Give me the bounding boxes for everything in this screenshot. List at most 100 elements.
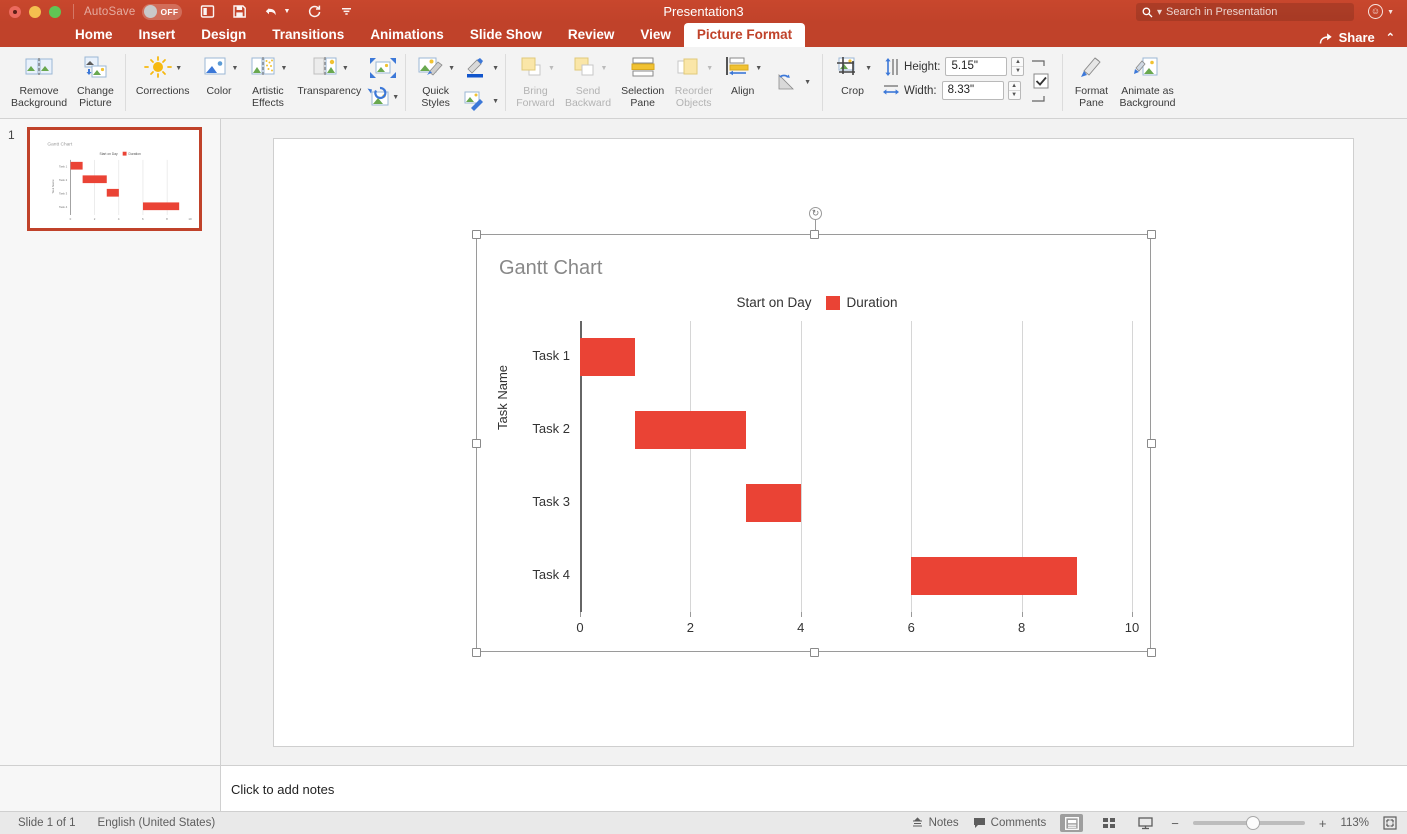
quick-styles-button[interactable]: ▼ Quick Styles [411,51,460,111]
search-input[interactable]: ▾ Search in Presentation [1136,3,1354,21]
format-pane-button[interactable]: Format Pane [1068,51,1114,111]
tab-view[interactable]: View [627,23,684,47]
close-window-button[interactable] [9,5,21,18]
picture-effects-caret-icon[interactable]: ▼ [492,98,499,105]
window-controls[interactable] [9,5,61,18]
align-caret-icon[interactable]: ▼ [755,65,762,72]
lock-aspect-ratio-checkbox[interactable] [1030,57,1052,105]
svg-text:2: 2 [94,217,96,221]
bring-forward-button[interactable]: ▼ Bring Forward [511,51,560,111]
zoom-slider-knob[interactable] [1245,816,1260,830]
autosave-toggle[interactable]: OFF [142,3,183,20]
tab-transitions[interactable]: Transitions [259,23,357,47]
slide-sorter-icon[interactable] [1097,814,1120,832]
autosave-state: OFF [160,6,179,17]
svg-text:10: 10 [188,217,192,221]
width-stepper[interactable]: ▲ ▼ [1007,81,1021,100]
customize-toolbar-icon[interactable] [339,4,354,19]
tab-slide-show[interactable]: Slide Show [457,23,555,47]
reorder-objects-button[interactable]: ▼ Reorder Objects [669,51,718,111]
crop-button[interactable]: ▼ Crop [828,51,877,100]
resize-handle-middle-right[interactable] [1146,438,1156,448]
compress-picture-icon[interactable] [368,53,398,83]
selection-pane-button[interactable]: Selection Pane [616,51,669,111]
redo-icon[interactable] [307,4,322,19]
search-scope-caret-icon[interactable]: ▾ [1157,7,1162,18]
resize-handle-bottom-right[interactable] [1146,647,1156,657]
send-backward-caret-icon[interactable]: ▼ [601,65,608,72]
smiley-face-icon[interactable]: ☺ [1368,4,1383,19]
language-label[interactable]: English (United States) [98,817,216,829]
transparency-button[interactable]: ▼ Transparency [292,51,366,100]
width-stepper-down[interactable]: ▼ [1009,91,1020,99]
corrections-caret-icon[interactable]: ▼ [175,65,182,72]
height-field[interactable]: 5.15" [945,57,1008,76]
height-stepper-up[interactable]: ▲ [1012,58,1024,67]
picture-effects-icon[interactable] [460,86,490,116]
slide-thumbnail-1[interactable]: Gantt Chart Start on Day Duration Task 1… [27,127,202,231]
remove-background-button[interactable]: Remove Background [6,51,72,111]
svg-text:4: 4 [118,217,120,221]
color-caret-icon[interactable]: ▼ [232,65,239,72]
color-button[interactable]: ▼ Color [195,51,244,100]
transparency-caret-icon[interactable]: ▼ [342,65,349,72]
rotate-caret-icon[interactable]: ▼ [804,79,811,86]
search-icon [1142,7,1153,18]
tab-picture-format[interactable]: Picture Format [683,23,806,47]
chevron-up-icon[interactable]: ⌃ [1386,31,1395,44]
align-button[interactable]: ▼ Align [718,51,767,100]
width-stepper-up[interactable]: ▲ [1008,82,1020,91]
plus-icon[interactable]: + [1319,816,1327,831]
resize-handle-top-left[interactable] [471,229,481,239]
undo-icon[interactable]: ▼ [264,5,290,19]
rotate-button[interactable]: ▼ [767,51,816,95]
zoom-slider[interactable] [1192,816,1305,830]
tab-review[interactable]: Review [555,23,628,47]
resize-handle-top-center[interactable] [809,229,819,239]
resize-handle-bottom-center[interactable] [809,647,819,657]
width-field[interactable]: 8.33" [941,81,1004,100]
minimize-window-button[interactable] [29,5,41,18]
resize-handle-bottom-left[interactable] [471,647,481,657]
fit-to-window-icon[interactable] [1383,816,1397,830]
resize-handle-top-right[interactable] [1146,229,1156,239]
bring-forward-caret-icon[interactable]: ▼ [548,65,555,72]
account-caret-icon[interactable]: ▼ [1387,9,1394,16]
reset-picture-caret-icon[interactable]: ▼ [392,94,399,101]
slideshow-view-icon[interactable] [1134,814,1157,832]
height-stepper-down[interactable]: ▼ [1012,67,1023,75]
reset-picture-icon[interactable] [366,86,390,108]
maximize-window-button[interactable] [49,5,61,18]
new-slide-icon[interactable] [200,4,215,19]
height-stepper[interactable]: ▲ ▼ [1011,57,1025,76]
crop-caret-icon[interactable]: ▼ [865,65,872,72]
height-label: Height: [904,60,941,73]
notes-placeholder: Click to add notes [231,782,335,797]
reorder-objects-caret-icon[interactable]: ▼ [706,65,713,72]
send-backward-button[interactable]: ▼ Send Backward [560,51,616,111]
resize-handle-middle-left[interactable] [471,438,481,448]
tab-home[interactable]: Home [62,23,126,47]
normal-view-icon[interactable] [1060,814,1084,832]
rotate-handle-icon[interactable]: ↻ [809,207,822,220]
minus-icon[interactable]: − [1171,816,1179,831]
save-icon[interactable] [232,4,247,19]
notes-pane[interactable]: Click to add notes [221,765,1407,811]
zoom-level-label[interactable]: 113% [1340,817,1369,829]
undo-caret-icon[interactable]: ▼ [283,8,290,15]
corrections-button[interactable]: ▼ Corrections [131,51,195,100]
align-icon [723,53,753,83]
artistic-effects-caret-icon[interactable]: ▼ [280,65,287,72]
artistic-effects-button[interactable]: ▼ Artistic Effects [243,51,292,111]
picture-border-caret-icon[interactable]: ▼ [492,65,499,72]
tab-animations[interactable]: Animations [357,23,457,47]
share-group[interactable]: Share ⌃ [1319,30,1395,45]
change-picture-button[interactable]: Change Picture [72,51,119,111]
comments-button[interactable]: Comments [973,817,1046,829]
picture-border-icon[interactable] [460,53,490,83]
animate-as-background-button[interactable]: Animate as Background [1114,51,1180,111]
notes-toggle-button[interactable]: Notes [911,816,959,830]
quick-styles-caret-icon[interactable]: ▼ [448,65,455,72]
tab-design[interactable]: Design [188,23,259,47]
tab-insert[interactable]: Insert [126,23,189,47]
